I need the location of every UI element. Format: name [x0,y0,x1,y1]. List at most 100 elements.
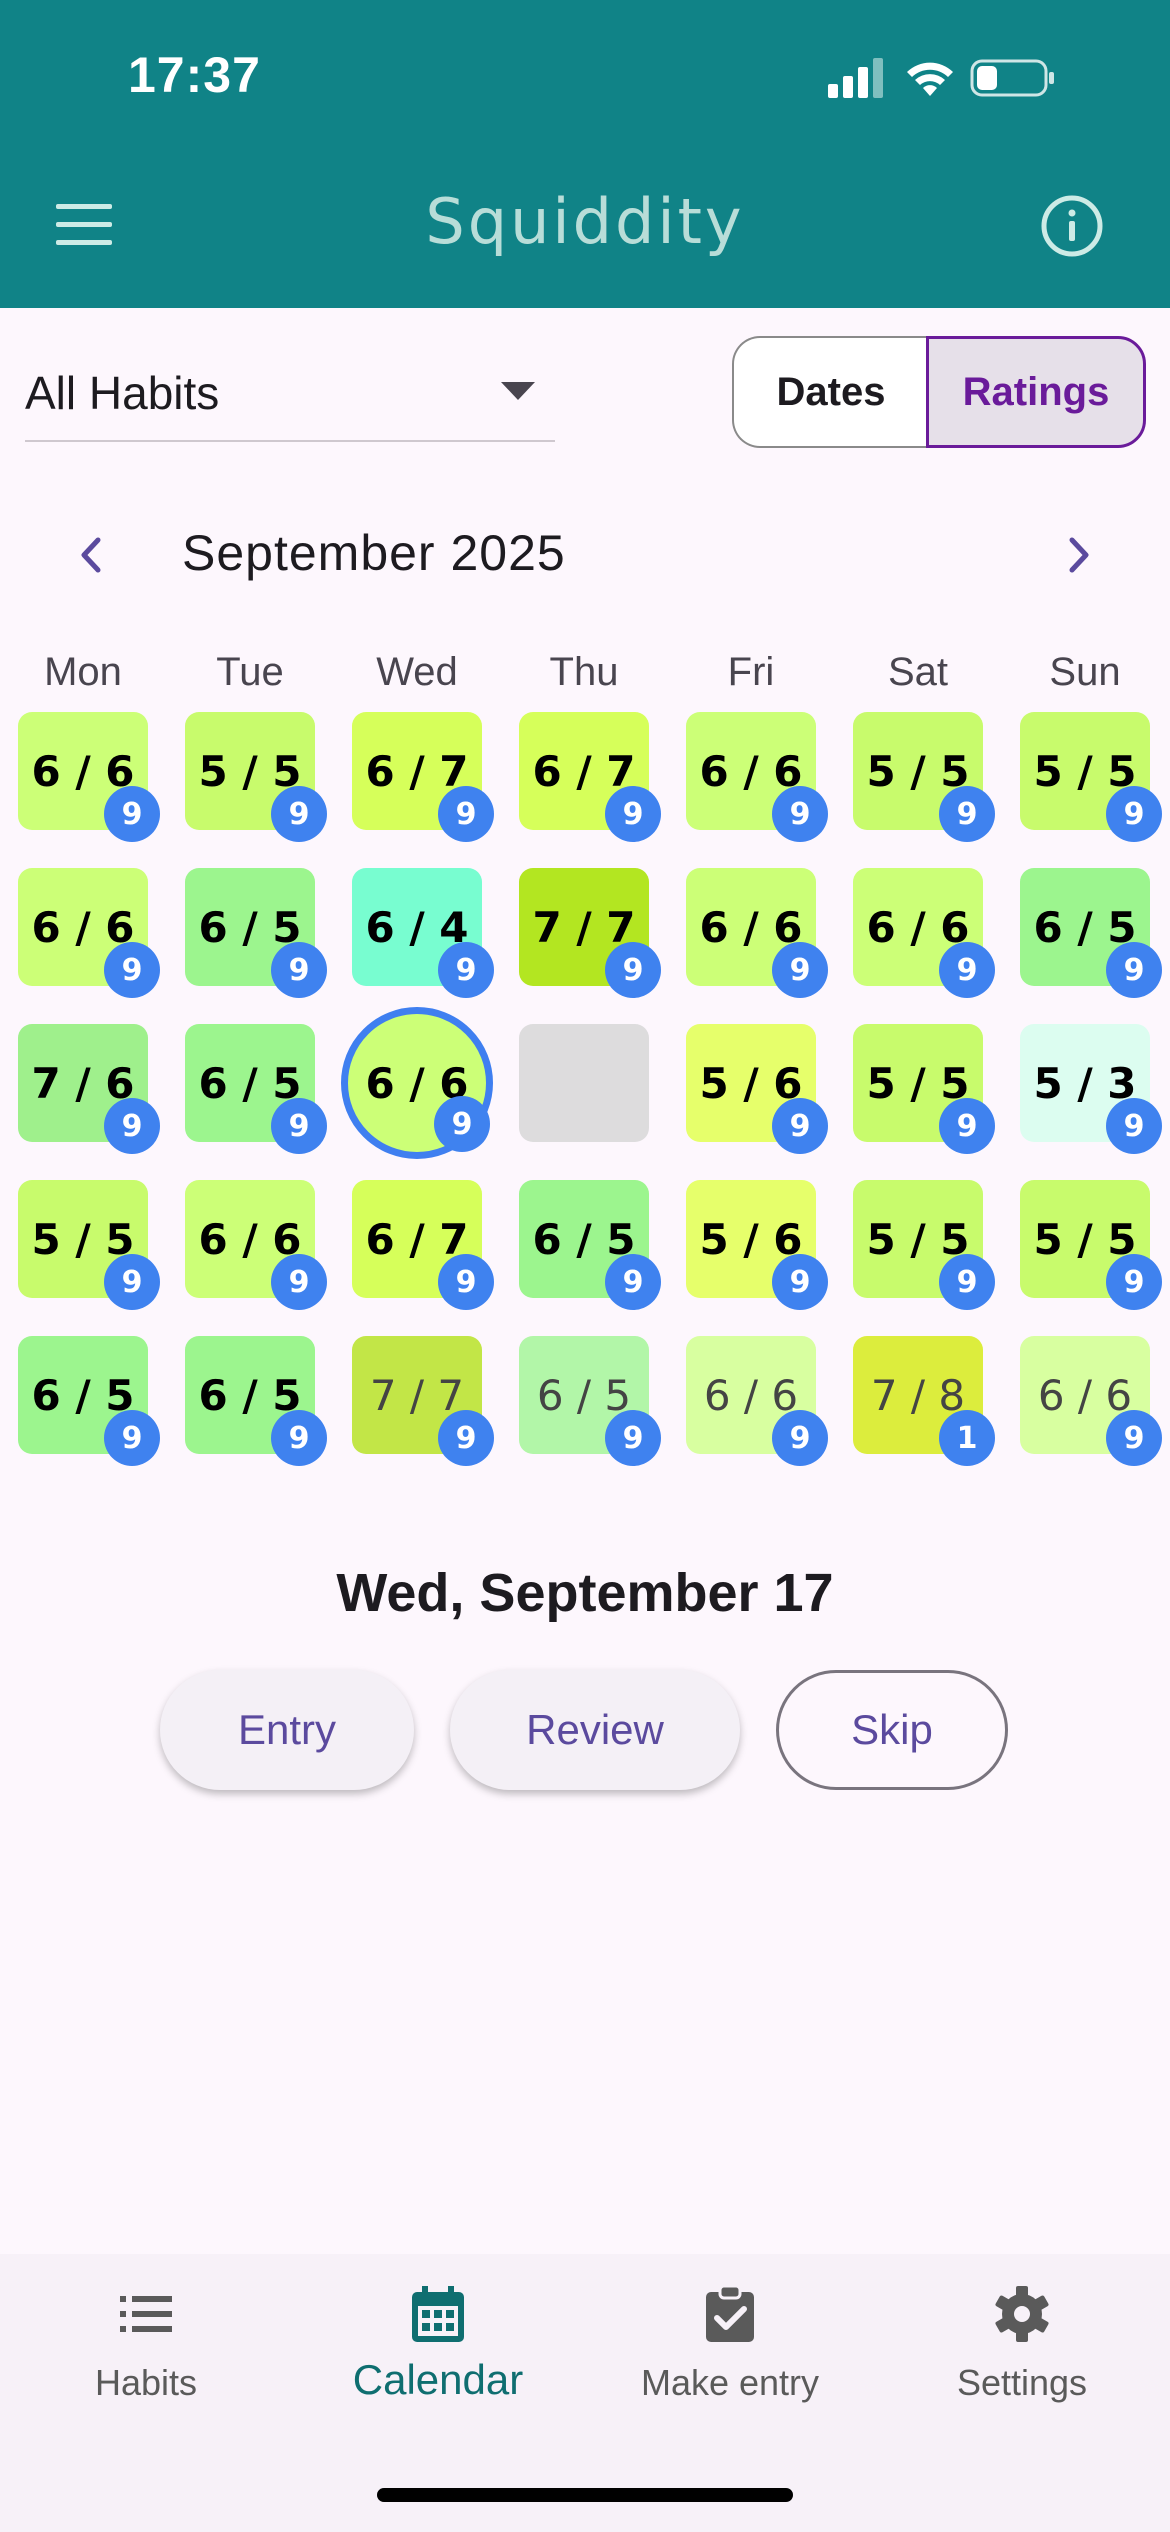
nav-item-habits[interactable]: Habits [0,2254,292,2454]
calendar-day[interactable]: 5 / 59 [185,712,327,842]
calendar-day[interactable]: 6 / 59 [185,1024,327,1154]
calendar-day[interactable]: 6 / 69 [18,712,160,842]
habit-count-badge: 9 [1106,786,1162,842]
habit-count-badge: 9 [438,1254,494,1310]
skip-button[interactable]: Skip [776,1670,1008,1790]
habit-count-badge: 9 [104,1410,160,1466]
habit-count-badge: 9 [605,1254,661,1310]
habit-count-badge: 1 [939,1410,995,1466]
calendar-day[interactable]: 5 / 59 [1020,1180,1162,1310]
habit-count-badge: 9 [438,1410,494,1466]
calendar-day[interactable]: 6 / 79 [352,1180,494,1310]
calendar-day[interactable]: 7 / 69 [18,1024,160,1154]
calendar-day[interactable]: 6 / 59 [185,868,327,998]
day-rating-label: 7 / 8 [870,1370,966,1420]
gear-icon [995,2286,1049,2342]
calendar-day[interactable]: 5 / 59 [18,1180,160,1310]
nav-item-settings[interactable]: Settings [876,2254,1168,2454]
calendar-day[interactable]: 7 / 79 [519,868,661,998]
battery-icon [970,59,1054,97]
habit-count-badge: 9 [271,1098,327,1154]
calendar-day[interactable]: 6 / 59 [519,1336,661,1466]
habit-count-badge: 9 [271,1254,327,1310]
habit-count-badge: 9 [772,942,828,998]
entry-button[interactable]: Entry [160,1670,414,1790]
habit-count-badge: 9 [104,1254,160,1310]
previous-month-icon[interactable] [70,530,110,580]
calendar-day[interactable]: 6 / 69 [686,868,828,998]
habit-count-badge: 9 [104,1098,160,1154]
next-month-icon[interactable] [1060,530,1100,580]
calendar-day[interactable]: 5 / 39 [1020,1024,1162,1154]
calendar-day[interactable]: 5 / 69 [686,1180,828,1310]
calendar-day[interactable]: 6 / 49 [352,868,494,998]
habit-count-badge: 9 [939,1254,995,1310]
calendar-day[interactable]: 6 / 69 [686,712,828,842]
calendar-day[interactable]: 5 / 59 [1020,712,1162,842]
weekday-thu: Thu [549,650,619,694]
habit-count-badge: 9 [772,786,828,842]
weekday-sun: Sun [1049,650,1121,694]
list-icon [120,2296,172,2332]
habit-filter-value: All Habits [25,367,220,419]
habit-count-badge: 9 [438,942,494,998]
dates-toggle-button[interactable]: Dates [732,336,928,448]
habit-count-badge: 9 [939,1098,995,1154]
calendar-day[interactable]: 5 / 59 [853,712,995,842]
app-title: Squiddity [425,185,745,258]
calendar-day[interactable]: 6 / 69 [185,1180,327,1310]
habit-count-badge: 9 [1106,1098,1162,1154]
nav-label-make-entry: Make entry [640,2362,820,2403]
habit-count-badge: 9 [271,942,327,998]
month-title: September 2025 [182,525,566,581]
weekday-wed: Wed [376,650,458,694]
nav-item-calendar[interactable]: Calendar [292,2254,584,2454]
wifi-icon [907,62,953,96]
info-icon[interactable] [1040,194,1104,258]
calendar-day[interactable]: 6 / 59 [1020,868,1162,998]
calendar-day-selected[interactable]: 6 / 69 [341,1007,493,1159]
habit-count-badge: 9 [438,786,494,842]
weekday-mon: Mon [44,650,122,694]
habit-count-badge: 9 [271,786,327,842]
calendar-day[interactable]: 5 / 59 [853,1024,995,1154]
calendar-day[interactable]: 5 / 59 [853,1180,995,1310]
weekday-fri: Fri [727,650,775,694]
calendar-day[interactable]: 6 / 59 [185,1336,327,1466]
calendar-day[interactable]: 6 / 69 [18,868,160,998]
calendar-day[interactable]: 7 / 81 [853,1336,995,1466]
weekday-tue: Tue [216,650,284,694]
nav-label-habits: Habits [94,2362,198,2403]
calendar-day[interactable]: 6 / 69 [853,868,995,998]
calendar-day[interactable]: 6 / 59 [519,1180,661,1310]
habit-count-badge: 9 [104,786,160,842]
day-rating-label: 7 / 7 [369,1370,465,1420]
nav-label-settings: Settings [956,2362,1088,2403]
calendar-day[interactable]: 5 / 69 [686,1024,828,1154]
calendar-day[interactable]: 6 / 69 [686,1336,828,1466]
day-rating-label: 6 / 5 [536,1370,632,1420]
calendar-day[interactable]: 6 / 69 [1020,1336,1162,1466]
dropdown-arrow-icon [501,382,535,400]
day-rating-label: 6 / 6 [703,1370,799,1420]
habit-count-badge: 9 [434,1096,490,1152]
calendar-icon [412,2286,464,2342]
clipboard-check-icon [706,2284,754,2342]
calendar-day[interactable]: 6 / 59 [18,1336,160,1466]
calendar-day[interactable]: 6 / 79 [519,712,661,842]
home-indicator [377,2488,793,2502]
habit-count-badge: 9 [939,786,995,842]
ratings-toggle-button[interactable]: Ratings [926,336,1146,448]
habit-count-badge: 9 [772,1098,828,1154]
selected-date-title: Wed, September 17 [336,1563,834,1623]
calendar-day[interactable]: 6 / 79 [352,712,494,842]
review-button[interactable]: Review [450,1670,740,1790]
weekday-sat: Sat [887,650,949,694]
habit-filter-dropdown[interactable]: All Habits [25,360,555,442]
habit-count-badge: 9 [605,786,661,842]
calendar-day[interactable] [519,1024,649,1142]
nav-item-make-entry[interactable]: Make entry [584,2254,876,2454]
cellular-signal-icon [828,58,883,98]
calendar-day[interactable]: 7 / 79 [352,1336,494,1466]
habit-count-badge: 9 [605,1410,661,1466]
